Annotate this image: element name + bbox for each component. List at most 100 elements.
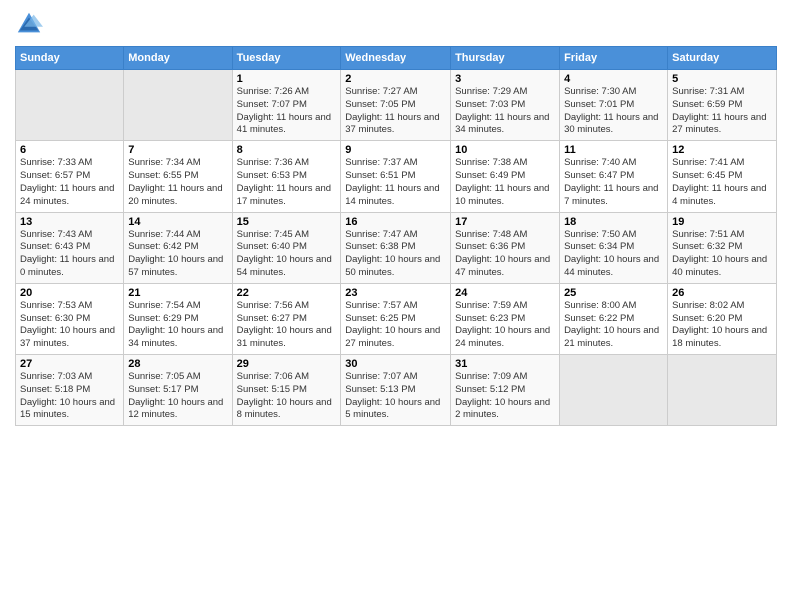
calendar-week-row: 27Sunrise: 7:03 AM Sunset: 5:18 PM Dayli…: [16, 355, 777, 426]
calendar-cell: 10Sunrise: 7:38 AM Sunset: 6:49 PM Dayli…: [451, 141, 560, 212]
calendar-cell: 27Sunrise: 7:03 AM Sunset: 5:18 PM Dayli…: [16, 355, 124, 426]
day-number: 5: [672, 73, 772, 85]
day-number: 22: [237, 287, 337, 299]
day-number: 11: [564, 144, 663, 156]
calendar-cell: 30Sunrise: 7:07 AM Sunset: 5:13 PM Dayli…: [341, 355, 451, 426]
day-number: 1: [237, 73, 337, 85]
day-of-week-header: Tuesday: [232, 47, 341, 70]
calendar-cell: 11Sunrise: 7:40 AM Sunset: 6:47 PM Dayli…: [560, 141, 668, 212]
day-info: Sunrise: 7:30 AM Sunset: 7:01 PM Dayligh…: [564, 86, 663, 137]
calendar-cell: 29Sunrise: 7:06 AM Sunset: 5:15 PM Dayli…: [232, 355, 341, 426]
calendar-cell: [124, 70, 232, 141]
calendar-cell: 14Sunrise: 7:44 AM Sunset: 6:42 PM Dayli…: [124, 212, 232, 283]
day-number: 27: [20, 358, 119, 370]
day-info: Sunrise: 7:41 AM Sunset: 6:45 PM Dayligh…: [672, 157, 772, 208]
day-of-week-header: Saturday: [668, 47, 777, 70]
calendar-cell: 31Sunrise: 7:09 AM Sunset: 5:12 PM Dayli…: [451, 355, 560, 426]
day-number: 9: [345, 144, 446, 156]
calendar-cell: 9Sunrise: 7:37 AM Sunset: 6:51 PM Daylig…: [341, 141, 451, 212]
day-info: Sunrise: 7:29 AM Sunset: 7:03 PM Dayligh…: [455, 86, 555, 137]
calendar-cell: 26Sunrise: 8:02 AM Sunset: 6:20 PM Dayli…: [668, 283, 777, 354]
calendar-week-row: 1Sunrise: 7:26 AM Sunset: 7:07 PM Daylig…: [16, 70, 777, 141]
day-info: Sunrise: 7:34 AM Sunset: 6:55 PM Dayligh…: [128, 157, 227, 208]
day-of-week-header: Wednesday: [341, 47, 451, 70]
calendar-cell: 22Sunrise: 7:56 AM Sunset: 6:27 PM Dayli…: [232, 283, 341, 354]
day-info: Sunrise: 7:38 AM Sunset: 6:49 PM Dayligh…: [455, 157, 555, 208]
day-number: 28: [128, 358, 227, 370]
calendar-table: SundayMondayTuesdayWednesdayThursdayFrid…: [15, 46, 777, 426]
calendar-cell: 21Sunrise: 7:54 AM Sunset: 6:29 PM Dayli…: [124, 283, 232, 354]
calendar-cell: 1Sunrise: 7:26 AM Sunset: 7:07 PM Daylig…: [232, 70, 341, 141]
day-number: 20: [20, 287, 119, 299]
day-number: 10: [455, 144, 555, 156]
day-number: 2: [345, 73, 446, 85]
day-info: Sunrise: 7:31 AM Sunset: 6:59 PM Dayligh…: [672, 86, 772, 137]
calendar-cell: 15Sunrise: 7:45 AM Sunset: 6:40 PM Dayli…: [232, 212, 341, 283]
calendar-header-row: SundayMondayTuesdayWednesdayThursdayFrid…: [16, 47, 777, 70]
day-number: 23: [345, 287, 446, 299]
calendar-cell: 2Sunrise: 7:27 AM Sunset: 7:05 PM Daylig…: [341, 70, 451, 141]
day-number: 8: [237, 144, 337, 156]
day-number: 4: [564, 73, 663, 85]
calendar-cell: 18Sunrise: 7:50 AM Sunset: 6:34 PM Dayli…: [560, 212, 668, 283]
day-number: 15: [237, 216, 337, 228]
day-of-week-header: Monday: [124, 47, 232, 70]
day-info: Sunrise: 7:54 AM Sunset: 6:29 PM Dayligh…: [128, 300, 227, 351]
day-number: 30: [345, 358, 446, 370]
day-info: Sunrise: 7:50 AM Sunset: 6:34 PM Dayligh…: [564, 229, 663, 280]
day-number: 13: [20, 216, 119, 228]
day-number: 16: [345, 216, 446, 228]
calendar-week-row: 20Sunrise: 7:53 AM Sunset: 6:30 PM Dayli…: [16, 283, 777, 354]
calendar-cell: 20Sunrise: 7:53 AM Sunset: 6:30 PM Dayli…: [16, 283, 124, 354]
day-info: Sunrise: 7:43 AM Sunset: 6:43 PM Dayligh…: [20, 229, 119, 280]
day-of-week-header: Friday: [560, 47, 668, 70]
calendar-week-row: 13Sunrise: 7:43 AM Sunset: 6:43 PM Dayli…: [16, 212, 777, 283]
day-info: Sunrise: 7:57 AM Sunset: 6:25 PM Dayligh…: [345, 300, 446, 351]
calendar-cell: 3Sunrise: 7:29 AM Sunset: 7:03 PM Daylig…: [451, 70, 560, 141]
calendar-cell: 12Sunrise: 7:41 AM Sunset: 6:45 PM Dayli…: [668, 141, 777, 212]
day-number: 19: [672, 216, 772, 228]
day-info: Sunrise: 7:44 AM Sunset: 6:42 PM Dayligh…: [128, 229, 227, 280]
day-info: Sunrise: 7:45 AM Sunset: 6:40 PM Dayligh…: [237, 229, 337, 280]
day-number: 18: [564, 216, 663, 228]
logo-icon: [15, 10, 43, 38]
header: [15, 10, 777, 38]
calendar-cell: 5Sunrise: 7:31 AM Sunset: 6:59 PM Daylig…: [668, 70, 777, 141]
day-of-week-header: Thursday: [451, 47, 560, 70]
day-info: Sunrise: 8:00 AM Sunset: 6:22 PM Dayligh…: [564, 300, 663, 351]
calendar-cell: 19Sunrise: 7:51 AM Sunset: 6:32 PM Dayli…: [668, 212, 777, 283]
day-number: 21: [128, 287, 227, 299]
day-info: Sunrise: 7:51 AM Sunset: 6:32 PM Dayligh…: [672, 229, 772, 280]
day-info: Sunrise: 7:59 AM Sunset: 6:23 PM Dayligh…: [455, 300, 555, 351]
day-number: 14: [128, 216, 227, 228]
day-info: Sunrise: 7:40 AM Sunset: 6:47 PM Dayligh…: [564, 157, 663, 208]
day-info: Sunrise: 7:26 AM Sunset: 7:07 PM Dayligh…: [237, 86, 337, 137]
day-info: Sunrise: 7:05 AM Sunset: 5:17 PM Dayligh…: [128, 371, 227, 422]
day-info: Sunrise: 7:33 AM Sunset: 6:57 PM Dayligh…: [20, 157, 119, 208]
day-info: Sunrise: 7:27 AM Sunset: 7:05 PM Dayligh…: [345, 86, 446, 137]
day-of-week-header: Sunday: [16, 47, 124, 70]
day-info: Sunrise: 7:06 AM Sunset: 5:15 PM Dayligh…: [237, 371, 337, 422]
page: SundayMondayTuesdayWednesdayThursdayFrid…: [0, 0, 792, 612]
day-number: 26: [672, 287, 772, 299]
calendar-cell: 23Sunrise: 7:57 AM Sunset: 6:25 PM Dayli…: [341, 283, 451, 354]
day-info: Sunrise: 7:47 AM Sunset: 6:38 PM Dayligh…: [345, 229, 446, 280]
calendar-week-row: 6Sunrise: 7:33 AM Sunset: 6:57 PM Daylig…: [16, 141, 777, 212]
day-number: 6: [20, 144, 119, 156]
calendar-cell: 25Sunrise: 8:00 AM Sunset: 6:22 PM Dayli…: [560, 283, 668, 354]
day-number: 25: [564, 287, 663, 299]
calendar-cell: 24Sunrise: 7:59 AM Sunset: 6:23 PM Dayli…: [451, 283, 560, 354]
day-number: 7: [128, 144, 227, 156]
calendar-cell: 8Sunrise: 7:36 AM Sunset: 6:53 PM Daylig…: [232, 141, 341, 212]
day-number: 3: [455, 73, 555, 85]
day-number: 17: [455, 216, 555, 228]
day-number: 29: [237, 358, 337, 370]
calendar-cell: 4Sunrise: 7:30 AM Sunset: 7:01 PM Daylig…: [560, 70, 668, 141]
day-info: Sunrise: 7:07 AM Sunset: 5:13 PM Dayligh…: [345, 371, 446, 422]
day-number: 24: [455, 287, 555, 299]
calendar-cell: 13Sunrise: 7:43 AM Sunset: 6:43 PM Dayli…: [16, 212, 124, 283]
calendar-cell: 17Sunrise: 7:48 AM Sunset: 6:36 PM Dayli…: [451, 212, 560, 283]
day-info: Sunrise: 7:09 AM Sunset: 5:12 PM Dayligh…: [455, 371, 555, 422]
calendar-cell: [16, 70, 124, 141]
day-number: 12: [672, 144, 772, 156]
